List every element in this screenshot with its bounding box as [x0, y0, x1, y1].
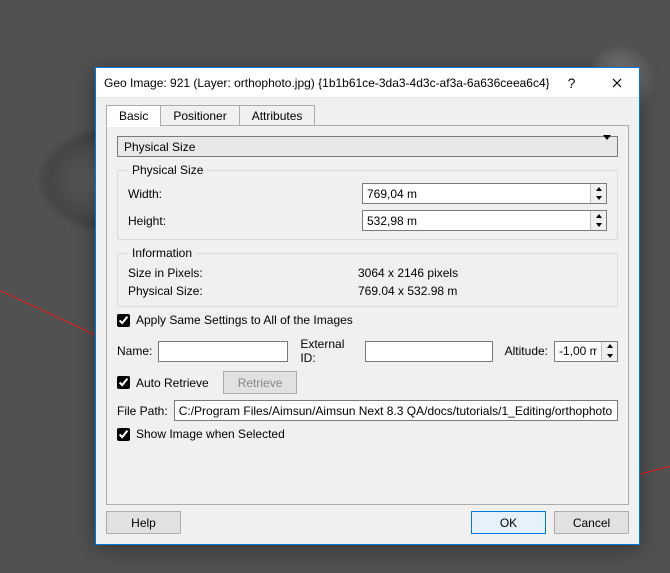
altitude-label: Altitude: — [505, 344, 548, 358]
tab-attributes[interactable]: Attributes — [239, 105, 316, 126]
retrieve-button: Retrieve — [223, 371, 298, 394]
file-path-label: File Path: — [117, 404, 168, 418]
show-image-label: Show Image when Selected — [136, 427, 285, 441]
altitude-spinbox[interactable] — [554, 341, 618, 362]
auto-retrieve-checkbox[interactable]: Auto Retrieve — [117, 376, 209, 390]
file-path-input[interactable] — [174, 400, 618, 421]
size-pixels-value: 3064 x 2146 pixels — [358, 266, 458, 280]
window-title: Geo Image: 921 (Layer: orthophoto.jpg) {… — [104, 76, 549, 90]
name-input[interactable] — [158, 341, 288, 362]
information-legend: Information — [128, 246, 196, 260]
titlebar-help-button[interactable]: ? — [549, 68, 594, 98]
auto-retrieve-label: Auto Retrieve — [136, 376, 209, 390]
apply-all-label: Apply Same Settings to All of the Images — [136, 313, 353, 327]
apply-all-checkbox[interactable]: Apply Same Settings to All of the Images — [117, 313, 618, 327]
mode-combobox[interactable]: Physical Size — [117, 136, 618, 157]
show-image-checkbox-input[interactable] — [117, 428, 130, 441]
cancel-button[interactable]: Cancel — [554, 511, 629, 534]
physical-size-group: Physical Size Width: Height: — [117, 163, 618, 240]
size-pixels-label: Size in Pixels: — [128, 266, 358, 280]
width-step-down[interactable] — [591, 194, 606, 204]
height-step-down[interactable] — [591, 221, 606, 231]
ok-button[interactable]: OK — [471, 511, 546, 534]
physical-size-legend: Physical Size — [128, 163, 207, 177]
external-id-input[interactable] — [365, 341, 493, 362]
tab-basic[interactable]: Basic — [106, 105, 161, 127]
external-id-label: External ID: — [300, 337, 358, 365]
name-label: Name: — [117, 344, 152, 358]
altitude-input[interactable] — [555, 342, 601, 361]
titlebar: Geo Image: 921 (Layer: orthophoto.jpg) {… — [96, 68, 639, 98]
width-label: Width: — [128, 187, 356, 201]
chevron-down-icon — [603, 140, 611, 154]
tab-pane-basic: Physical Size Physical Size Width: — [106, 126, 629, 505]
help-button[interactable]: Help — [106, 511, 181, 534]
width-step-up[interactable] — [591, 184, 606, 194]
mode-combobox-value: Physical Size — [124, 140, 195, 154]
height-spinbox[interactable] — [362, 210, 607, 231]
info-physical-size-label: Physical Size: — [128, 284, 358, 298]
geo-image-dialog: Geo Image: 921 (Layer: orthophoto.jpg) {… — [95, 67, 640, 545]
auto-retrieve-checkbox-input[interactable] — [117, 376, 130, 389]
apply-all-checkbox-input[interactable] — [117, 314, 130, 327]
close-icon — [612, 78, 622, 88]
width-spinbox[interactable] — [362, 183, 607, 204]
tab-bar: Basic Positioner Attributes — [106, 104, 629, 126]
show-image-checkbox[interactable]: Show Image when Selected — [117, 427, 618, 441]
info-physical-size-value: 769.04 x 532.98 m — [358, 284, 457, 298]
tab-positioner[interactable]: Positioner — [160, 105, 239, 126]
altitude-step-up[interactable] — [602, 342, 617, 352]
titlebar-close-button[interactable] — [594, 68, 639, 98]
height-label: Height: — [128, 214, 356, 228]
height-step-up[interactable] — [591, 211, 606, 221]
height-input[interactable] — [363, 211, 590, 230]
width-input[interactable] — [363, 184, 590, 203]
information-group: Information Size in Pixels: 3064 x 2146 … — [117, 246, 618, 307]
altitude-step-down[interactable] — [602, 351, 617, 361]
dialog-footer: Help OK Cancel — [106, 505, 629, 534]
